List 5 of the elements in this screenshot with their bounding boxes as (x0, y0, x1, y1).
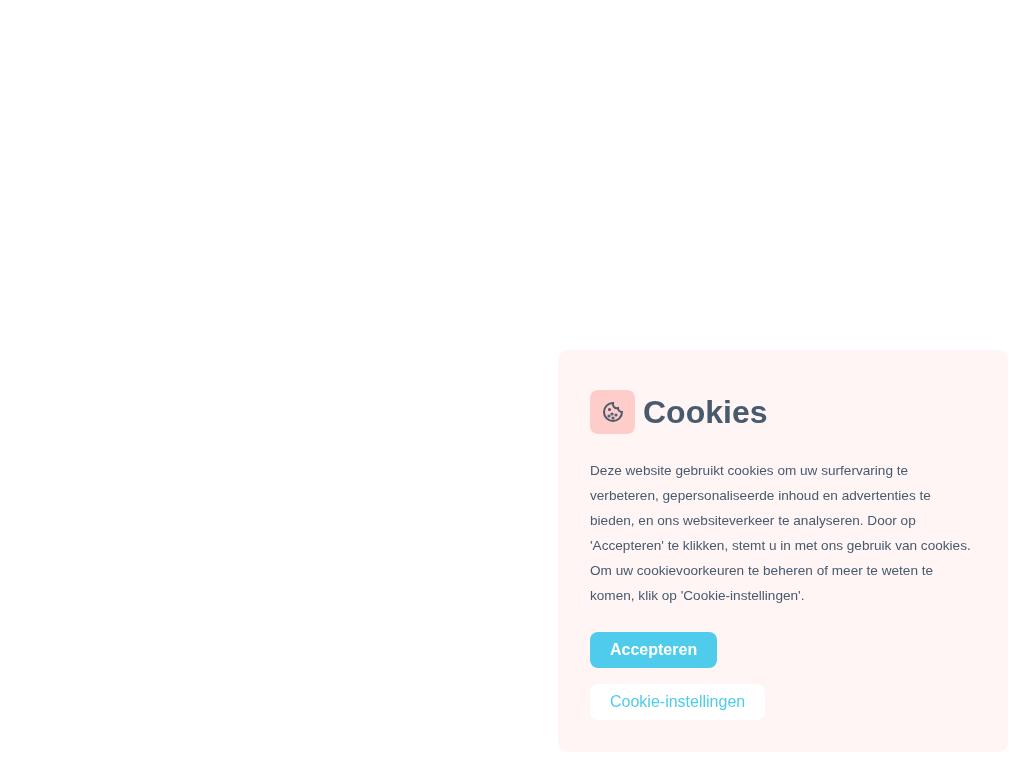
cookie-icon (590, 390, 635, 434)
accept-button[interactable]: Accepteren (590, 632, 718, 668)
banner-title: Cookies (643, 393, 768, 431)
banner-text: Deze website gebruikt cookies om uw surfervaring te verbeteren, gepersonaliseerde inhoud en advertenties te bieden, en ons websiteverkeer te analyseren. Door op 'Accepteren' te klikken, stemt u in met ons gebruik van cookies. Om uw cookievoorkeuren te beheren of meer te weten te komen, klik op 'Cookie-instellingen'. (590, 462, 972, 605)
settings-button[interactable]: Cookie-instellingen (590, 684, 766, 720)
